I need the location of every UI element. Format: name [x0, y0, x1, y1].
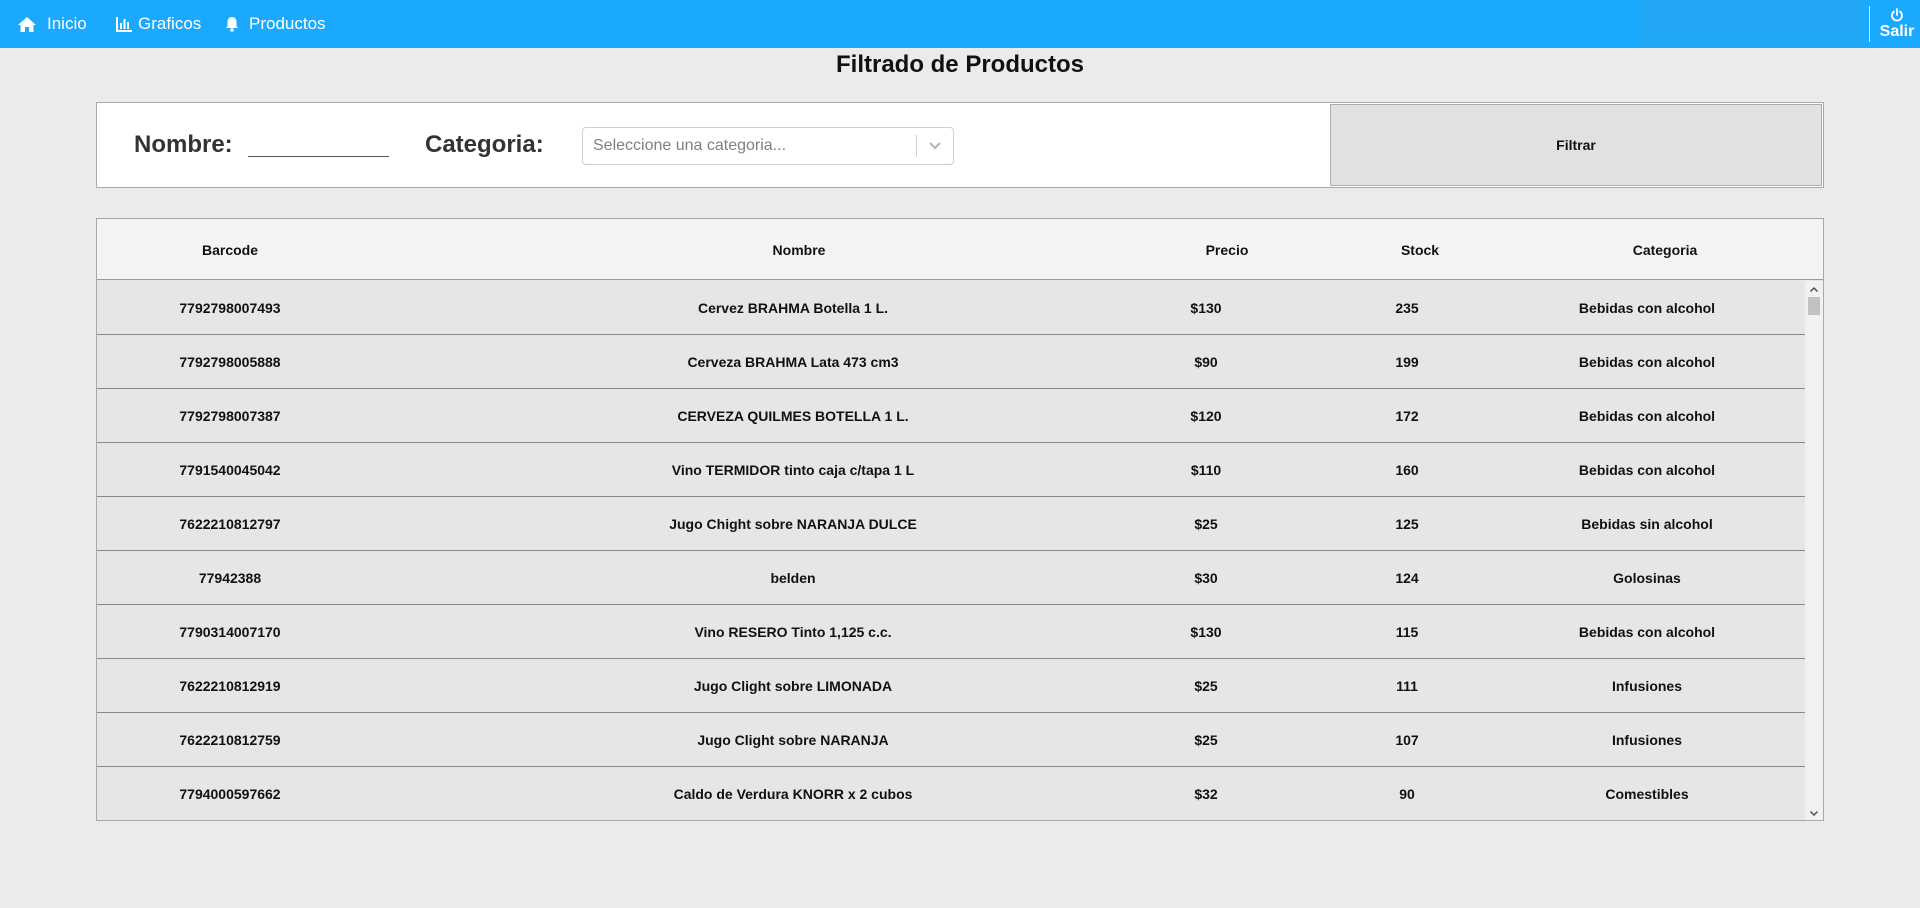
page-title: Filtrado de Productos: [835, 51, 1084, 78]
cell-stock: 125: [1395, 515, 1419, 532]
filter-panel: Nombre: Categoria: Seleccione una catego…: [96, 102, 1824, 188]
cell-barcode: 77942388: [198, 569, 262, 586]
cell-stock: 199: [1395, 353, 1419, 370]
chevron-down-icon[interactable]: [917, 128, 953, 164]
cell-nombre: belden: [770, 569, 816, 586]
column-header-precio[interactable]: Precio: [1157, 219, 1297, 280]
cell-barcode: 7622210812759: [179, 731, 281, 748]
cell-precio: $25: [1194, 515, 1218, 532]
categoria-placeholder: Seleccione una categoria...: [593, 137, 787, 154]
cell-stock: 172: [1395, 407, 1419, 424]
column-header-categoria[interactable]: Categoria: [1505, 219, 1823, 280]
home-icon: [17, 16, 37, 33]
cell-stock: 124: [1395, 569, 1419, 586]
logout-label: Salir: [1879, 22, 1915, 40]
cell-nombre: CERVEZA QUILMES BOTELLA 1 L.: [677, 407, 909, 424]
scroll-down-icon[interactable]: [1805, 805, 1823, 820]
cell-stock: 90: [1399, 785, 1415, 802]
cell-categoria: Bebidas sin alcohol: [1581, 515, 1713, 532]
cell-barcode: 7792798005888: [179, 353, 281, 370]
nav-label-graficos: Graficos: [138, 14, 202, 33]
cell-precio: $30: [1194, 569, 1218, 586]
table-row[interactable]: 7792798007387 CERVEZA QUILMES BOTELLA 1 …: [97, 389, 1805, 443]
table-body: 7792798007493 Cervez BRAHMA Botella 1 L.…: [97, 281, 1805, 820]
cell-nombre: Vino TERMIDOR tinto caja c/tapa 1 L: [671, 461, 915, 478]
cell-nombre: Cervez BRAHMA Botella 1 L.: [697, 299, 889, 316]
table-row[interactable]: 7792798007493 Cervez BRAHMA Botella 1 L.…: [97, 281, 1805, 335]
cell-categoria: Infusiones: [1611, 731, 1682, 748]
table-row[interactable]: 77942388 belden $30 124 Golosinas: [97, 551, 1805, 605]
bar-chart-icon: [116, 16, 132, 32]
cell-barcode: 7794000597662: [179, 785, 281, 802]
nav-divider: [1869, 6, 1870, 42]
table-header: Barcode Nombre Precio Stock Categoria: [97, 219, 1823, 280]
cell-categoria: Golosinas: [1613, 569, 1681, 586]
nav-label-productos: Productos: [249, 14, 326, 33]
cell-categoria: Comestibles: [1605, 785, 1689, 802]
cell-categoria: Bebidas con alcohol: [1578, 407, 1716, 424]
cell-stock: 107: [1395, 731, 1419, 748]
table-row[interactable]: 7791540045042 Vino TERMIDOR tinto caja c…: [97, 443, 1805, 497]
cell-nombre: Cerveza BRAHMA Lata 473 cm3: [687, 353, 899, 370]
cell-stock: 235: [1395, 299, 1419, 316]
table-row[interactable]: 7622210812919 Jugo Clight sobre LIMONADA…: [97, 659, 1805, 713]
nav-item-graficos[interactable]: Graficos: [116, 0, 201, 48]
categoria-label: Categoria:: [425, 131, 544, 158]
cell-precio: $130: [1190, 623, 1222, 640]
cell-precio: $130: [1190, 299, 1222, 316]
filtrar-button[interactable]: Filtrar: [1330, 104, 1822, 186]
user-info-area: [1640, 0, 1864, 46]
table-row[interactable]: 7794000597662 Caldo de Verdura KNORR x 2…: [97, 767, 1805, 820]
table-row[interactable]: 7622210812759 Jugo Clight sobre NARANJA …: [97, 713, 1805, 767]
top-navbar: Inicio Graficos Productos Salir: [0, 0, 1920, 48]
cell-barcode: 7622210812797: [179, 515, 281, 532]
cell-nombre: Caldo de Verdura KNORR x 2 cubos: [673, 785, 913, 802]
cell-categoria: Bebidas con alcohol: [1578, 353, 1716, 370]
nombre-label: Nombre:: [134, 131, 233, 158]
nombre-input[interactable]: [248, 127, 389, 157]
nav-label-inicio: Inicio: [47, 14, 87, 33]
column-header-barcode[interactable]: Barcode: [97, 219, 363, 280]
cell-precio: $110: [1190, 461, 1222, 478]
column-header-stock[interactable]: Stock: [1355, 219, 1485, 280]
scrollbar-thumb[interactable]: [1808, 297, 1820, 315]
cell-categoria: Bebidas con alcohol: [1578, 623, 1716, 640]
cell-categoria: Bebidas con alcohol: [1578, 461, 1716, 478]
cell-stock: 111: [1396, 677, 1418, 694]
cell-nombre: Vino RESERO Tinto 1,125 c.c.: [694, 623, 892, 640]
categoria-select[interactable]: Seleccione una categoria...: [582, 127, 954, 165]
cell-barcode: 7791540045042: [179, 461, 281, 478]
cell-precio: $25: [1194, 731, 1218, 748]
cell-barcode: 7622210812919: [179, 677, 281, 694]
cell-stock: 160: [1395, 461, 1419, 478]
cell-nombre: Jugo Clight sobre LIMONADA: [693, 677, 893, 694]
bell-icon: [225, 16, 239, 32]
cell-stock: 115: [1395, 623, 1419, 640]
table-row[interactable]: 7790314007170 Vino RESERO Tinto 1,125 c.…: [97, 605, 1805, 659]
cell-precio: $25: [1194, 677, 1218, 694]
cell-barcode: 7792798007387: [179, 407, 281, 424]
power-icon: [1890, 7, 1904, 22]
nav-item-inicio[interactable]: Inicio: [17, 0, 87, 48]
cell-precio: $90: [1194, 353, 1218, 370]
products-table: Barcode Nombre Precio Stock Categoria 77…: [96, 218, 1824, 821]
nav-item-productos[interactable]: Productos: [225, 0, 326, 48]
table-row[interactable]: 7622210812797 Jugo Chight sobre NARANJA …: [97, 497, 1805, 551]
cell-precio: $32: [1194, 785, 1218, 802]
cell-barcode: 7790314007170: [179, 623, 281, 640]
scroll-up-icon[interactable]: [1805, 281, 1823, 297]
cell-categoria: Bebidas con alcohol: [1578, 299, 1716, 316]
cell-nombre: Jugo Clight sobre NARANJA: [697, 731, 889, 748]
logout-button[interactable]: Salir: [1874, 0, 1920, 48]
cell-precio: $120: [1190, 407, 1222, 424]
cell-categoria: Infusiones: [1611, 677, 1682, 694]
table-scrollbar[interactable]: [1805, 281, 1823, 820]
table-row[interactable]: 7792798005888 Cerveza BRAHMA Lata 473 cm…: [97, 335, 1805, 389]
column-header-nombre[interactable]: Nombre: [363, 219, 1235, 280]
cell-barcode: 7792798007493: [179, 299, 281, 316]
cell-nombre: Jugo Chight sobre NARANJA DULCE: [669, 515, 917, 532]
